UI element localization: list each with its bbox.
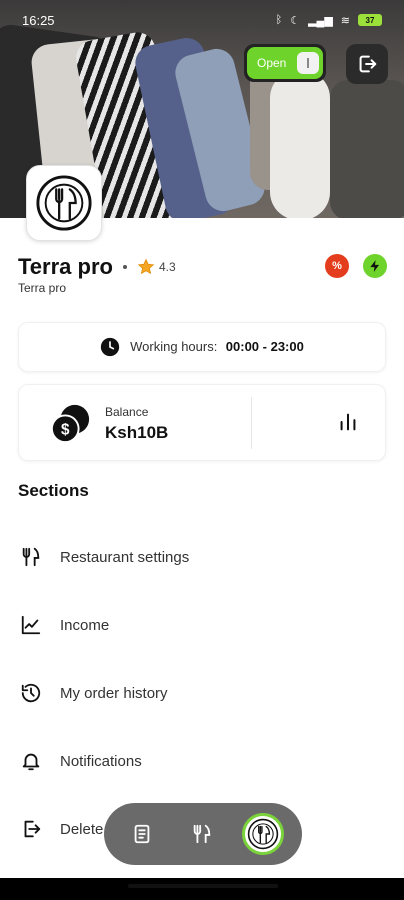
logout-box-icon [24,820,41,838]
menu-item-income[interactable]: Income [18,605,386,645]
fork-knife-logo-icon [36,175,92,231]
discount-badge[interactable]: % [325,254,349,278]
star-icon [137,258,155,275]
restaurant-subtitle: Terra pro [18,281,67,295]
menu-item-label: Delete [60,820,104,838]
separator-dot [122,265,127,269]
battery-icon: 37 [358,14,382,26]
nav-menu-button[interactable] [182,814,222,854]
status-bar: 16:25 ᛒ ☾ ▂▄▆ ≋ 37 [0,0,404,40]
profile-logo-icon [247,818,279,850]
lightning-icon [370,260,380,272]
logout-icon [359,55,377,73]
open-toggle-label: Open [257,56,287,70]
open-toggle-pill: Open [247,47,323,79]
system-nav-bar [0,878,404,900]
bottom-nav [104,803,302,865]
rating-value: 4.3 [158,260,176,274]
nav-profile-button[interactable] [242,813,284,855]
wifi-icon: ≋ [340,14,350,27]
rating: 4.3 [137,258,176,276]
home-indicator[interactable] [128,884,278,888]
balance-card[interactable]: $ Balance Ksh10B [18,384,386,461]
document-icon [134,824,150,844]
fork-knife-icon [193,824,211,844]
balance-label: Balance [105,405,149,419]
menu-item-label: Income [60,616,110,634]
svg-text:$: $ [61,422,70,439]
percent-icon: % [332,260,342,272]
sections-title: Sections [18,481,89,500]
logout-button[interactable] [346,44,388,84]
menu-item-label: Restaurant settings [60,548,190,566]
nav-orders-button[interactable] [122,814,162,854]
coins-icon: $ [50,404,90,444]
toggle-knob [297,52,319,74]
bell-icon [22,753,40,771]
fork-knife-icon [22,547,40,567]
menu-item-order-history[interactable]: My order history [18,673,386,713]
menu-item-notifications[interactable]: Notifications [18,741,386,781]
clock-icon [100,337,120,357]
menu-item-label: My order history [60,684,168,702]
bluetooth-icon: ᛒ [275,14,283,26]
restaurant-logo[interactable] [26,165,102,241]
working-hours-value: 00:00 - 23:00 [225,339,304,354]
history-icon [21,683,41,703]
chart-line-icon [21,615,41,635]
working-hours-label: Working hours: [130,339,218,354]
bar-chart-icon[interactable] [337,411,359,433]
menu-item-restaurant-settings[interactable]: Restaurant settings [18,537,386,577]
lightning-badge[interactable] [363,254,387,278]
status-time: 16:25 [22,12,55,28]
balance-divider [251,397,252,449]
moon-icon: ☾ [290,14,301,27]
signal-icon: ▂▄▆ [308,14,333,27]
working-hours-card: Working hours: 00:00 - 23:00 [18,322,386,372]
menu-item-label: Notifications [60,752,142,770]
open-toggle[interactable]: Open [244,44,326,82]
restaurant-name: Terra pro [18,254,113,279]
status-icons: ᛒ ☾ ▂▄▆ ≋ 37 [276,14,382,27]
restaurant-title-row: Terra pro 4.3 [18,254,176,280]
balance-value: Ksh10B [105,423,169,442]
